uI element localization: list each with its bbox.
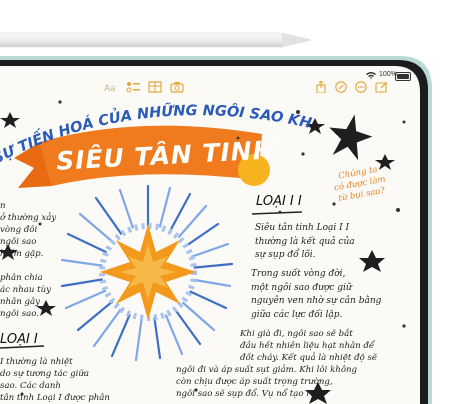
section1-para2: Trong suốt vòng đời, một ngôi sao được g… (251, 269, 382, 320)
section-title-type2: LOẠI I I (256, 194, 302, 209)
section1-para3: Khi già đi, ngôi sao sẽ bắt đầu hết nhiê… (176, 329, 377, 399)
checklist-icon[interactable] (126, 80, 140, 93)
left-column-top: n ở thường xảy vòng đôi ngôi sao hiếm gặ… (0, 201, 57, 259)
text-format-icon[interactable]: Aa (104, 80, 118, 94)
apple-pencil (0, 32, 311, 48)
left-column-mid: phân chia ác nhau tùy nhân gây ngôi sao. (0, 273, 51, 319)
section1-body: Siêu tân tinh Loại I I thường là kết quả… (255, 223, 355, 260)
markup-icon[interactable] (334, 80, 348, 93)
share-icon[interactable] (314, 80, 328, 94)
section-title-type1: LOẠI I (0, 332, 38, 347)
compose-icon[interactable] (375, 80, 389, 93)
more-icon[interactable] (354, 80, 368, 93)
camera-icon[interactable] (170, 80, 184, 93)
table-icon[interactable] (148, 80, 162, 93)
battery-icon (395, 72, 411, 81)
left-column-bottom: I thường là nhiệt do sự tương tác giữa s… (0, 357, 110, 403)
svg-text:Aa: Aa (104, 84, 116, 93)
